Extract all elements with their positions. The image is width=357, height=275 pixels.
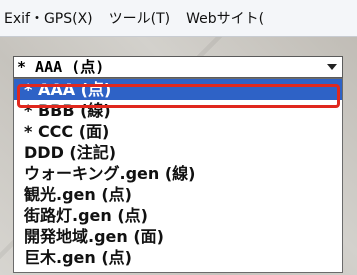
dropdown-item[interactable]: * AAA (点) <box>14 79 342 100</box>
dropdown-item[interactable]: * BBB (線) <box>14 100 342 121</box>
dropdown-item[interactable]: ウォーキング.gen (線) <box>14 163 342 184</box>
dropdown-item[interactable]: * CCC (面) <box>14 121 342 142</box>
menu-bar: Exif・GPS(X) ツール(T) Webサイト( <box>0 0 357 37</box>
menu-website[interactable]: Webサイト( <box>178 8 272 28</box>
dropdown-item[interactable]: 開発地域.gen (面) <box>14 226 342 247</box>
chevron-down-icon[interactable] <box>324 58 340 76</box>
combobox-selected-value: * AAA (点) <box>17 58 105 76</box>
layer-dropdown-list: * AAA (点) * BBB (線) * CCC (面) DDD (注記) ウォーキン… <box>13 78 343 273</box>
menu-exif-gps[interactable]: Exif・GPS(X) <box>2 8 101 28</box>
layer-select-combobox[interactable]: * AAA (点) <box>13 56 343 78</box>
menu-tools[interactable]: ツール(T) <box>101 8 178 28</box>
dropdown-item[interactable]: 街路灯.gen (点) <box>14 205 342 226</box>
dropdown-item[interactable]: 観光.gen (点) <box>14 184 342 205</box>
dropdown-item[interactable]: DDD (注記) <box>14 142 342 163</box>
dropdown-item[interactable]: 巨木.gen (点) <box>14 247 342 268</box>
